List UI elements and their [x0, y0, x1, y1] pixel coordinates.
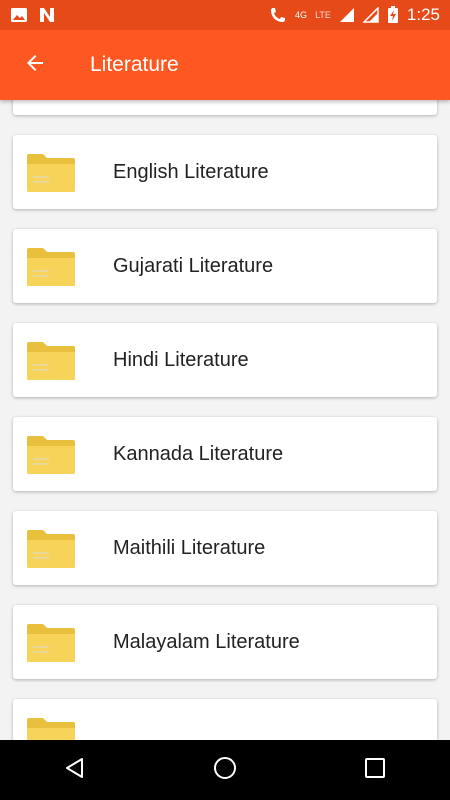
wifi-call-icon: [269, 6, 287, 24]
battery-charging-icon: [387, 6, 399, 24]
app-bar: Literature: [0, 30, 450, 100]
list-item-label: Maithili Literature: [113, 536, 266, 559]
list-item[interactable]: Maithili Literature: [13, 511, 437, 585]
list-item[interactable]: Malayalam Literature: [13, 605, 437, 679]
folder-icon: [25, 528, 77, 570]
nav-home-button[interactable]: [195, 740, 255, 800]
list-item-label: English Literature: [113, 160, 269, 183]
image-icon: [10, 7, 28, 23]
back-triangle-icon: [63, 756, 87, 784]
status-bar: 4G LTE 1:25: [0, 0, 450, 30]
folder-icon: [25, 246, 77, 288]
folder-icon: [25, 622, 77, 664]
n-app-icon: [38, 7, 56, 23]
lte-indicator: LTE: [315, 10, 331, 20]
system-nav-bar: [0, 740, 450, 800]
list-item[interactable]: Kannada Literature: [13, 417, 437, 491]
folder-icon: [25, 152, 77, 194]
list-item[interactable]: [13, 699, 437, 740]
back-button[interactable]: [0, 30, 70, 100]
nav-back-button[interactable]: [45, 740, 105, 800]
list-item[interactable]: English Literature: [13, 135, 437, 209]
arrow-left-icon: [23, 51, 47, 79]
page-title: Literature: [90, 53, 179, 76]
folder-icon: [25, 434, 77, 476]
signal-icon: [339, 7, 355, 23]
network-label: 4G: [295, 9, 308, 20]
literature-list[interactable]: Bodo Literature English Literature Gujarat…: [0, 100, 450, 740]
folder-icon: [25, 340, 77, 382]
list-item-label: Gujarati Literature: [113, 254, 274, 277]
status-time: 1:25: [406, 5, 440, 24]
home-circle-icon: [212, 755, 238, 785]
list-item-label: Kannada Literature: [113, 442, 284, 465]
list-item-label: Malayalam Literature: [113, 630, 300, 653]
list-item[interactable]: Bodo Literature: [13, 100, 437, 115]
list-item-label: Hindi Literature: [113, 348, 249, 371]
network-type-icon: 4G: [295, 9, 308, 20]
folder-icon: [25, 716, 77, 740]
recents-square-icon: [364, 757, 386, 783]
list-item[interactable]: Hindi Literature: [13, 323, 437, 397]
signal-icon: [362, 7, 379, 23]
nav-recents-button[interactable]: [345, 740, 405, 800]
list-item[interactable]: Gujarati Literature: [13, 229, 437, 303]
lte-label: LTE: [315, 10, 331, 20]
